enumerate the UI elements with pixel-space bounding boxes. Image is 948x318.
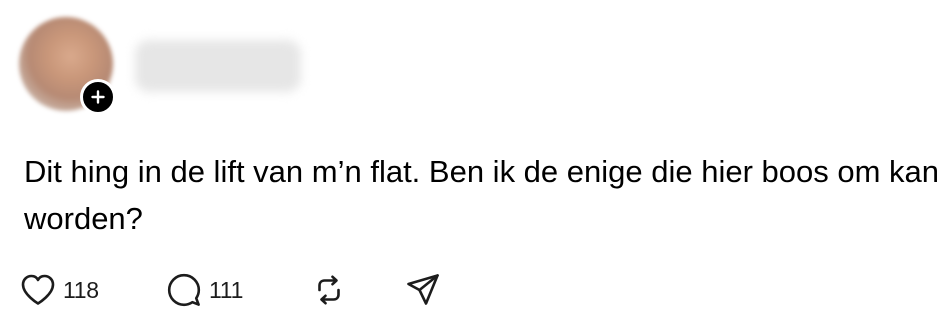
post-text: Dit hing in de lift van m’n flat. Ben ik… [24, 154, 940, 236]
repost-icon [310, 271, 348, 309]
avatar-container[interactable] [19, 17, 119, 117]
like-count: 118 [63, 276, 99, 303]
paper-plane-icon [404, 271, 442, 309]
username[interactable]: username [135, 40, 301, 92]
like-button[interactable]: 118 [19, 272, 165, 308]
speech-bubble-icon [165, 271, 203, 309]
action-bar: 118 111 [19, 270, 442, 310]
reply-count: 111 [209, 276, 244, 303]
thread-post: username Dit hing in de lift van m’n fla… [0, 0, 948, 318]
plus-icon [91, 90, 105, 104]
repost-button[interactable] [310, 271, 404, 309]
share-button[interactable] [404, 271, 442, 309]
heart-icon [19, 272, 57, 308]
follow-button[interactable] [80, 79, 116, 115]
reply-button[interactable]: 111 [165, 271, 310, 309]
